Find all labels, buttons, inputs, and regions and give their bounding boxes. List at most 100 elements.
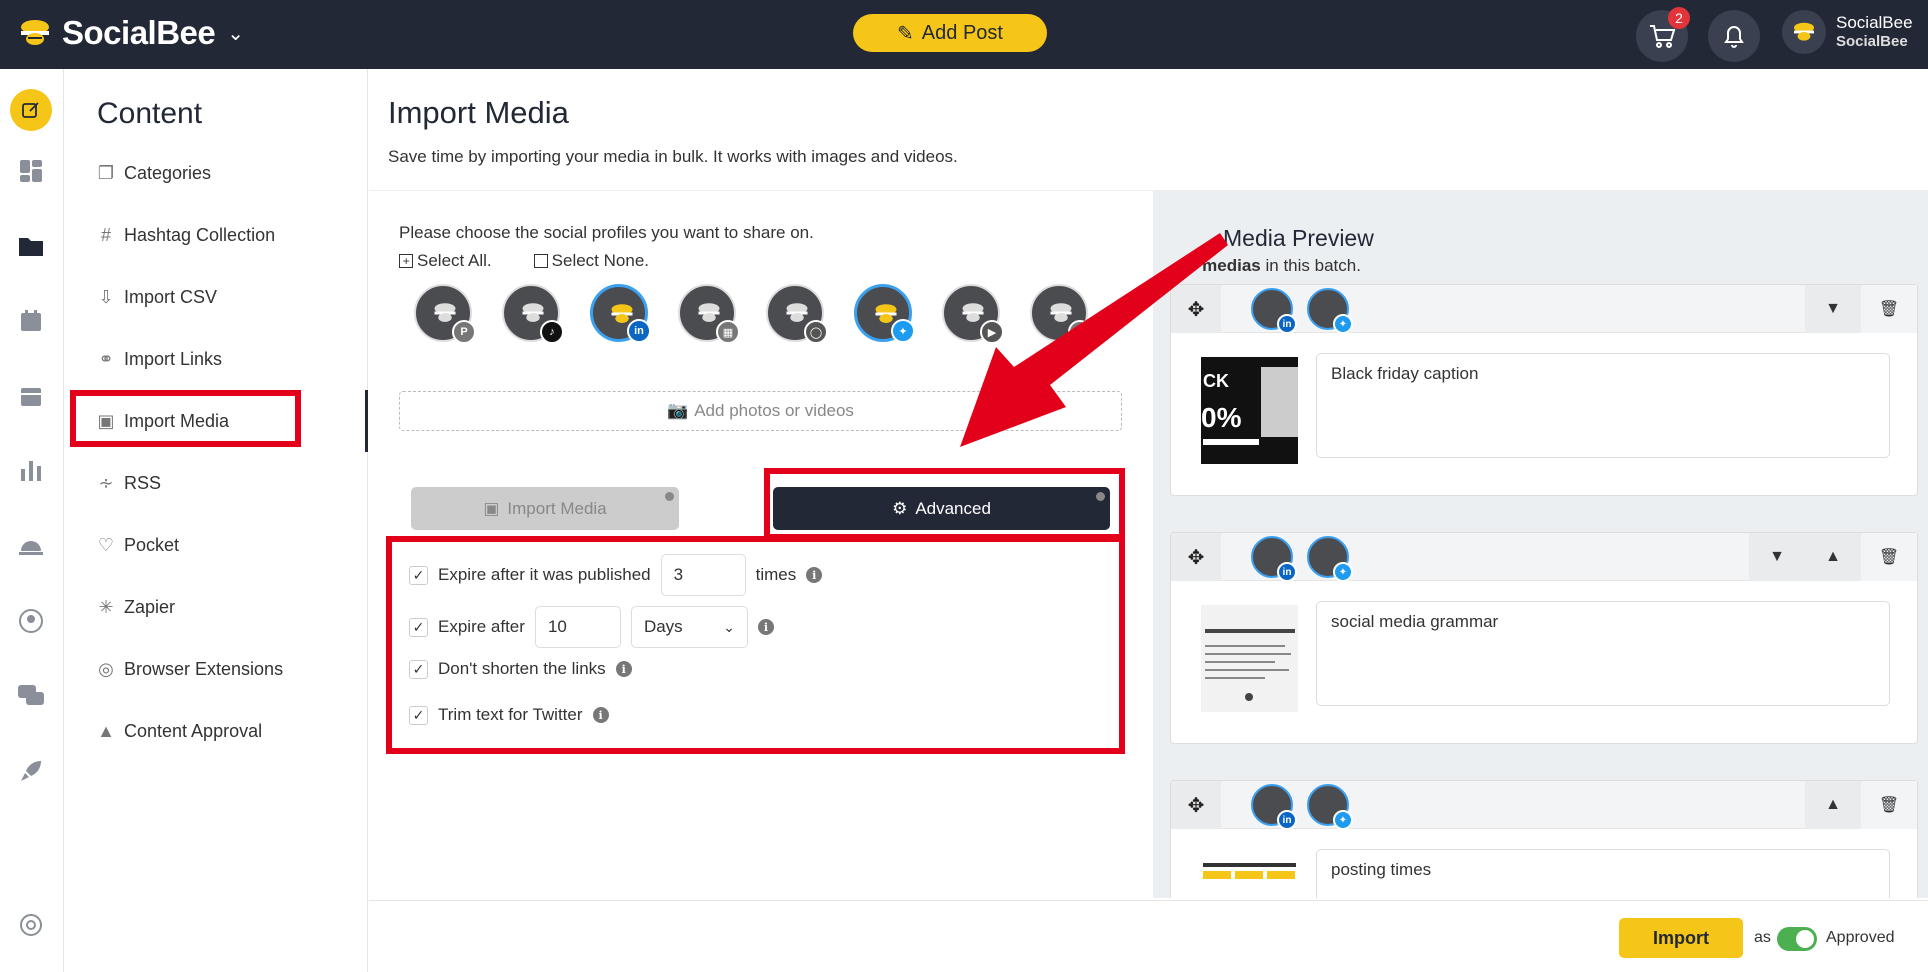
sidebar-item-categories[interactable]: ❐ Categories xyxy=(97,158,211,188)
sidebar-item-pocket[interactable]: ♡ Pocket xyxy=(97,530,179,560)
trash-icon: 🗑 xyxy=(1878,797,1900,814)
move-up-button[interactable]: ▲ xyxy=(1805,781,1861,829)
move-down-button[interactable]: ▼ xyxy=(1805,285,1861,333)
rail-team-icon[interactable] xyxy=(16,606,46,636)
zapier-icon: ✳ xyxy=(98,596,114,617)
choose-profiles-text: Please choose the social profiles you wa… xyxy=(399,223,814,242)
caption-input[interactable]: social media grammar xyxy=(1316,601,1890,706)
account-workspace: SocialBee xyxy=(1836,33,1908,51)
approved-label: Approved xyxy=(1826,929,1895,946)
media-card: ✥ in ✦ ▼ ▲ 🗑 social media grammar xyxy=(1170,532,1918,744)
sidebar-item-label: Import CSV xyxy=(124,286,218,307)
rss-icon: ∻ xyxy=(98,472,114,493)
app-logo[interactable]: SocialBee ⌄ xyxy=(14,14,244,52)
caption-input[interactable]: Black friday caption xyxy=(1316,353,1890,458)
card-profile-linkedin: in xyxy=(1251,784,1297,830)
approved-toggle[interactable] xyxy=(1777,927,1817,951)
profile-instagram[interactable]: ◯ xyxy=(766,284,828,344)
rail-concierge-icon[interactable] xyxy=(16,531,46,561)
caption-input[interactable]: posting times xyxy=(1316,849,1890,898)
sidebar-item-import-csv[interactable]: ⇩ Import CSV xyxy=(97,282,217,312)
account-menu[interactable]: SocialBee SocialBee xyxy=(1782,10,1913,54)
linkedin-icon: in xyxy=(1277,810,1297,830)
caret-up-icon: ▲ xyxy=(1825,548,1841,565)
as-label: as xyxy=(1754,929,1771,946)
profile-tiktok[interactable]: ♪ xyxy=(502,284,564,344)
sidebar-item-hashtag-collection[interactable]: # Hashtag Collection xyxy=(97,220,275,250)
profile-google-business[interactable]: ▦ xyxy=(678,284,740,344)
linkedin-icon: in xyxy=(1277,314,1297,334)
sidebar-item-label: Pocket xyxy=(124,534,180,555)
sidebar-item-rss[interactable]: ∻ RSS xyxy=(97,468,161,498)
sidebar-item-import-links[interactable]: ⚭ Import Links xyxy=(97,344,222,374)
media-card: ✥ in ✦ ▲ 🗑 posting times xyxy=(1170,780,1918,898)
tiktok-icon: ♪ xyxy=(540,320,564,344)
pocket-icon: ♡ xyxy=(97,534,115,555)
media-card: ✥ in ✦ ▼ 🗑 CK 0% Black friday caption xyxy=(1170,284,1918,496)
select-all-button[interactable]: + Select All. xyxy=(399,251,492,271)
media-thumbnail xyxy=(1201,853,1298,898)
sidebar-item-label: Zapier xyxy=(124,596,176,617)
profile-pinterest[interactable]: P xyxy=(414,284,476,344)
sidebar-item-browser-extensions[interactable]: ◎ Browser Extensions xyxy=(97,654,283,684)
google-business-icon: ▦ xyxy=(716,320,740,344)
sidebar-item-content-approval[interactable]: ▲ Content Approval xyxy=(97,716,262,746)
delete-button[interactable]: 🗑 xyxy=(1861,533,1917,581)
sidebar-title: Content xyxy=(97,97,203,130)
sidebar-item-label: Browser Extensions xyxy=(124,658,284,679)
tab-import-media[interactable]: ▣ Import Media xyxy=(411,487,679,530)
caret-up-icon: ▲ xyxy=(1825,796,1841,813)
rail-chat-icon[interactable] xyxy=(16,681,46,711)
delete-button[interactable]: 🗑 xyxy=(1861,781,1917,829)
rail-help-icon[interactable] xyxy=(16,910,46,940)
import-button[interactable]: Import xyxy=(1619,918,1743,958)
top-bar: SocialBee ⌄ ✎ Add Post 2 SocialBee Socia… xyxy=(0,0,1928,69)
trash-icon: 🗑 xyxy=(1878,301,1900,318)
sidebar-item-label: Content Approval xyxy=(124,720,263,741)
tab-dot xyxy=(665,492,674,501)
add-photos-label: Add photos or videos xyxy=(694,401,854,420)
rail-rocket-icon[interactable] xyxy=(16,756,46,786)
delete-button[interactable]: 🗑 xyxy=(1861,285,1917,333)
rail-folder-icon[interactable] xyxy=(16,231,46,261)
chevron-down-icon[interactable]: ⌄ xyxy=(227,21,244,46)
rail-analytics-icon[interactable] xyxy=(16,456,46,486)
drag-handle-icon[interactable]: ✥ xyxy=(1171,781,1221,829)
profile-twitter[interactable]: ✦ xyxy=(854,284,915,343)
bell-icon xyxy=(1724,26,1744,48)
thumbs-up-icon: ▲ xyxy=(97,720,115,741)
add-post-button[interactable]: ✎ Add Post xyxy=(853,14,1047,52)
sidebar-item-zapier[interactable]: ✳ Zapier xyxy=(97,592,175,622)
link-icon: ⚭ xyxy=(98,348,114,369)
add-post-label: Add Post xyxy=(921,21,1003,44)
media-card-header: ✥ in ✦ ▲ 🗑 xyxy=(1171,781,1917,830)
select-none-button[interactable]: Select None. xyxy=(533,251,649,271)
pinterest-icon: P xyxy=(452,320,476,344)
annotation-arrow xyxy=(960,233,1228,447)
rail-calendar-edit-icon[interactable] xyxy=(16,306,46,336)
notifications-button[interactable] xyxy=(1708,10,1760,62)
profile-linkedin[interactable]: in xyxy=(590,284,651,343)
avatar xyxy=(1782,10,1826,54)
rail-content-button[interactable] xyxy=(10,89,52,131)
media-card-header: ✥ in ✦ ▼ 🗑 xyxy=(1171,285,1917,334)
highlight-box-advanced xyxy=(764,468,1125,540)
import-csv-icon: ⇩ xyxy=(98,286,114,307)
bee-logo-icon xyxy=(21,20,49,45)
brand-name: SocialBee xyxy=(62,14,216,51)
rail-calendar-icon[interactable] xyxy=(16,381,46,411)
cart-count-badge: 2 xyxy=(1668,7,1690,29)
left-rail xyxy=(0,69,64,972)
categories-icon: ❐ xyxy=(97,162,115,183)
move-down-button[interactable]: ▼ xyxy=(1749,533,1805,581)
card-profile-linkedin: in xyxy=(1251,288,1297,334)
twitter-icon: ✦ xyxy=(1333,314,1353,334)
sidebar-item-label: Categories xyxy=(124,162,212,183)
chrome-icon: ◎ xyxy=(98,658,114,679)
sidebar-item-label: Hashtag Collection xyxy=(124,224,276,245)
drag-handle-icon[interactable]: ✥ xyxy=(1171,533,1221,581)
toggle-knob xyxy=(1796,930,1814,948)
move-up-button[interactable]: ▲ xyxy=(1805,533,1861,581)
rail-dashboard-icon[interactable] xyxy=(16,156,46,186)
sidebar-item-label: Import Links xyxy=(124,348,223,369)
